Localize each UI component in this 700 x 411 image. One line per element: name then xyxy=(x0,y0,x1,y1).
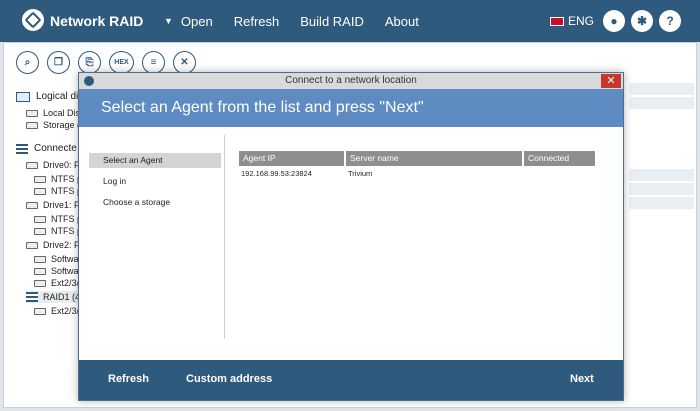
files-icon[interactable]: ⎘ xyxy=(78,51,101,74)
uk-flag-icon xyxy=(550,16,564,26)
partition-icon xyxy=(34,255,46,263)
list-icon[interactable]: ≡ xyxy=(142,51,165,74)
search-icon[interactable]: ⌕ xyxy=(16,51,39,74)
app-header: Network RAID ▼ Open Refresh Build RAID A… xyxy=(0,0,700,42)
help-icon[interactable]: ? xyxy=(659,10,681,32)
list-row xyxy=(629,97,694,109)
step-select-agent: Select an Agent xyxy=(89,153,221,168)
raid-icon xyxy=(26,292,38,302)
list-row xyxy=(629,83,694,95)
network-icon xyxy=(16,144,28,154)
refresh-button[interactable]: Refresh xyxy=(108,373,149,385)
toolbar: ⌕ ❐ ⎘ HEX ≡ ✕ xyxy=(16,51,196,74)
list-row xyxy=(629,197,694,209)
menu-about[interactable]: About xyxy=(385,14,419,29)
partition-icon xyxy=(34,227,46,235)
tree-label: Drive2: F xyxy=(43,240,80,250)
list-row xyxy=(629,183,694,195)
divider xyxy=(224,135,225,339)
custom-address-button[interactable]: Custom address xyxy=(186,373,272,385)
partition-icon xyxy=(34,279,46,287)
dialog-footer: Refresh Custom address Next xyxy=(79,360,623,400)
partition-icon xyxy=(34,267,46,275)
column-agent-ip[interactable]: Agent IP xyxy=(239,151,344,166)
column-connected[interactable]: Connected xyxy=(524,151,595,166)
tree-label: Connecte xyxy=(34,143,77,154)
menu-open[interactable]: Open xyxy=(181,14,213,29)
hex-button[interactable]: HEX xyxy=(109,51,134,74)
dialog-close-button[interactable]: ✕ xyxy=(601,74,621,88)
tree-section-connected[interactable]: Connecte xyxy=(16,143,87,155)
tree-label: Storage ( xyxy=(43,120,81,130)
app-small-icon xyxy=(84,76,94,86)
device-tree: Logical di Local Disk Storage ( Connecte… xyxy=(16,91,88,317)
agent-table: Agent IP Server name Connected 192.168.9… xyxy=(239,151,597,180)
language-label: ENG xyxy=(568,14,595,28)
dialog-window-title: Connect to a network location xyxy=(285,75,417,86)
tree-label: Drive0: F xyxy=(43,160,80,170)
table-header: Agent IP Server name Connected xyxy=(239,151,597,166)
drive-icon xyxy=(26,121,38,129)
background-list xyxy=(629,83,694,211)
drive-icon xyxy=(26,201,38,209)
wizard-steps: Select an Agent Log in Choose a storage xyxy=(89,153,221,216)
drive-icon xyxy=(26,241,38,249)
step-choose-storage: Choose a storage xyxy=(103,197,171,207)
list-row xyxy=(629,169,694,181)
menu-caret-icon[interactable]: ▼ xyxy=(164,14,173,29)
account-icon[interactable]: ● xyxy=(603,10,625,32)
partition-icon xyxy=(34,175,46,183)
main-menu: ▼ Open Refresh Build RAID About xyxy=(164,14,440,29)
drive-icon xyxy=(26,109,38,117)
menu-build-raid[interactable]: Build RAID xyxy=(300,14,364,29)
dialog-titlebar: Connect to a network location ✕ xyxy=(79,73,623,89)
dialog-heading: Select an Agent from the list and press … xyxy=(79,89,623,127)
table-row[interactable]: 192.168.99.53:23824 Trivium xyxy=(239,168,597,180)
connect-dialog: Connect to a network location ✕ Select a… xyxy=(78,72,624,401)
tree-label: Logical di xyxy=(36,91,79,102)
app-title: Network RAID xyxy=(50,13,144,29)
column-server-name[interactable]: Server name xyxy=(346,151,522,166)
step-log-in: Log in xyxy=(103,176,127,186)
monitor-icon xyxy=(16,92,30,102)
language-selector[interactable]: ENG xyxy=(550,14,594,28)
tree-label: RAID1 (4 xyxy=(43,292,81,302)
copy-icon[interactable]: ❐ xyxy=(47,51,70,74)
cell-agent-ip: 192.168.99.53:23824 xyxy=(241,169,312,178)
close-icon[interactable]: ✕ xyxy=(173,51,196,74)
partition-icon xyxy=(34,307,46,315)
partition-icon xyxy=(34,187,46,195)
next-button[interactable]: Next xyxy=(570,373,594,385)
partition-icon xyxy=(34,215,46,223)
tree-label: Drive1: F xyxy=(43,200,80,210)
settings-gear-icon[interactable]: ✱ xyxy=(631,10,653,32)
menu-refresh[interactable]: Refresh xyxy=(234,14,280,29)
app-logo-icon xyxy=(22,9,44,31)
drive-icon xyxy=(26,161,38,169)
cell-server-name: Trivium xyxy=(348,169,373,178)
cell-connected xyxy=(524,168,595,180)
tree-section-logical[interactable]: Logical di xyxy=(16,91,87,103)
